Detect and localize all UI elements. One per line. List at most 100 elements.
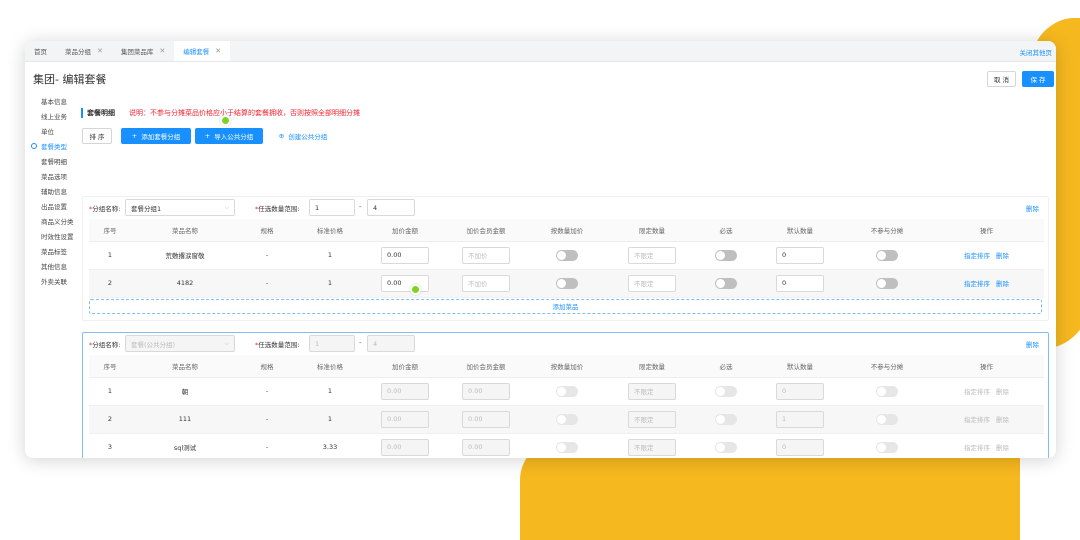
add-group-button[interactable]: + 添加套餐分组 <box>121 128 191 144</box>
sort-button[interactable]: 排 序 <box>82 128 112 144</box>
member-markup-cell: 不加价 <box>445 269 527 298</box>
qty-markup-toggle[interactable] <box>556 385 578 397</box>
default-qty-input[interactable]: 0 <box>776 438 824 456</box>
row-number: 1 <box>89 377 131 406</box>
qty-range-from-input[interactable]: 1 <box>309 335 355 352</box>
sidebar-item[interactable]: 时效性设置 <box>25 228 80 243</box>
close-icon[interactable]: ✕ <box>215 47 221 55</box>
warning-text: 说明：不参与分摊菜品价格应小于结算的套餐拥收，否则按照全部明细分摊 <box>129 109 360 117</box>
markup-input[interactable]: 0.00 <box>381 410 429 428</box>
delete-group-link[interactable]: 删除 <box>1026 339 1039 349</box>
markup-input[interactable]: 0.00 <box>381 246 429 264</box>
group-name-select[interactable]: 套餐分组1 ⌵ <box>125 199 235 216</box>
row-number: 3 <box>89 433 131 458</box>
set-sort-link[interactable]: 指定排序 <box>964 416 990 424</box>
sidebar-item[interactable]: 线上业务 <box>25 108 80 123</box>
cancel-button[interactable]: 取 消 <box>987 71 1016 87</box>
limit-qty-input[interactable]: 不限定 <box>628 410 676 428</box>
sidebar-item[interactable]: 外卖关联 <box>25 273 80 288</box>
group-name-select[interactable]: 套餐(公共分组) ⌵ <box>125 335 235 352</box>
qty-range-to-input[interactable]: 4 <box>367 199 415 216</box>
column-header: 不参与分摊 <box>845 355 929 378</box>
no-share-toggle[interactable] <box>876 385 898 397</box>
required-toggle[interactable] <box>715 249 737 261</box>
sidebar-item[interactable]: 基本信息 <box>25 93 80 108</box>
tab-bar: 首页 菜品分组 ✕ 集团菜品库 ✕ 编辑套餐 ✕ 关闭其他页 <box>25 41 1056 62</box>
markup-input[interactable]: 0.00 <box>381 382 429 400</box>
tab-label: 菜品分组 <box>65 48 91 56</box>
set-sort-link[interactable]: 指定排序 <box>964 280 990 288</box>
sidebar-item[interactable]: 辅助信息 <box>25 183 80 198</box>
qty-range-from-input[interactable]: 1 <box>309 199 355 216</box>
set-sort-link[interactable]: 指定排序 <box>964 388 990 396</box>
dish-name: 111 <box>131 405 239 434</box>
sidebar-item[interactable]: 套餐类型 <box>25 138 80 153</box>
dish-table: 序号 菜品名称 规格 标准价格 加价金额 加价会员金额 按数量加价 限定数量 必选 默认数量 不参与… <box>89 355 1044 458</box>
tab-label: 首页 <box>34 48 47 56</box>
delete-row-link[interactable]: 删除 <box>996 416 1009 424</box>
column-header: 按数量加价 <box>527 219 607 242</box>
sidebar-item[interactable]: 其他信息 <box>25 258 80 273</box>
create-public-group-link[interactable]: ⊕ 创建公共分组 <box>271 128 335 144</box>
sidebar-item[interactable]: 商品义分类 <box>25 213 80 228</box>
page-title: 集团- 编辑套餐 <box>33 73 107 86</box>
qty-markup-toggle[interactable] <box>556 413 578 425</box>
set-sort-link[interactable]: 指定排序 <box>964 444 990 452</box>
markup-input[interactable]: 0.00 <box>381 438 429 456</box>
default-qty-input[interactable]: 0 <box>776 382 824 400</box>
column-header: 操作 <box>929 355 1044 378</box>
no-share-toggle[interactable] <box>876 249 898 261</box>
limit-qty-input[interactable]: 不限定 <box>628 274 676 292</box>
tab-home[interactable]: 首页 <box>25 41 56 61</box>
required-toggle[interactable] <box>715 277 737 289</box>
member-markup-input[interactable]: 0.00 <box>462 382 510 400</box>
limit-cell: 不限定 <box>607 241 697 270</box>
qty-markup-toggle[interactable] <box>556 277 578 289</box>
qty-range-from-value: 1 <box>315 339 320 348</box>
sidebar-item[interactable]: 出品设置 <box>25 198 80 213</box>
dish-name: 朝 <box>131 377 239 406</box>
sidebar-item[interactable]: 套餐明细 <box>25 153 80 168</box>
add-dish-button[interactable]: 添加菜品 <box>89 298 1042 314</box>
member-markup-input[interactable]: 不加价 <box>462 274 510 292</box>
no-share-toggle[interactable] <box>876 441 898 453</box>
required-toggle[interactable] <box>715 385 737 397</box>
no-share-toggle[interactable] <box>876 277 898 289</box>
no-share-toggle[interactable] <box>876 413 898 425</box>
set-sort-link[interactable]: 指定排序 <box>964 252 990 260</box>
qty-markup-toggle[interactable] <box>556 441 578 453</box>
delete-row-link[interactable]: 删除 <box>996 388 1009 396</box>
import-public-group-button[interactable]: + 导入公共分组 <box>195 128 263 144</box>
close-icon[interactable]: ✕ <box>97 47 103 55</box>
tab-dish-group[interactable]: 菜品分组 ✕ <box>56 41 112 61</box>
default-qty-input[interactable]: 0 <box>776 246 824 264</box>
required-toggle[interactable] <box>715 441 737 453</box>
default-qty-input[interactable]: 0 <box>776 274 824 292</box>
tab-dish-library[interactable]: 集团菜品库 ✕ <box>112 41 174 61</box>
delete-row-link[interactable]: 删除 <box>996 280 1009 288</box>
limit-qty-input[interactable]: 不限定 <box>628 382 676 400</box>
qty-range-to-input[interactable]: 4 <box>367 335 415 352</box>
close-icon[interactable]: ✕ <box>159 47 165 55</box>
qty-markup-toggle[interactable] <box>556 249 578 261</box>
default-qty-input[interactable]: 1 <box>776 410 824 428</box>
save-button[interactable]: 保 存 <box>1022 71 1054 87</box>
sidebar-item[interactable]: 菜品标签 <box>25 243 80 258</box>
delete-row-link[interactable]: 删除 <box>996 444 1009 452</box>
delete-row-link[interactable]: 删除 <box>996 252 1009 260</box>
member-markup-input[interactable]: 不加价 <box>462 246 510 264</box>
sidebar-item[interactable]: 菜品选项 <box>25 168 80 183</box>
tab-edit-combo[interactable]: 编辑套餐 ✕ <box>174 41 231 61</box>
range-separator: - <box>359 203 362 211</box>
required-toggle[interactable] <box>715 413 737 425</box>
default-qty-cell: 0 <box>755 269 845 298</box>
markup-input[interactable]: 0.00 <box>381 274 429 292</box>
member-markup-input[interactable]: 0.00 <box>462 438 510 456</box>
limit-qty-input[interactable]: 不限定 <box>628 438 676 456</box>
sidebar-item[interactable]: 单位 <box>25 123 80 138</box>
delete-group-link[interactable]: 删除 <box>1026 203 1039 213</box>
close-other-tabs-link[interactable]: 关闭其他页 <box>1020 47 1053 57</box>
limit-qty-input[interactable]: 不限定 <box>628 246 676 264</box>
member-markup-input[interactable]: 0.00 <box>462 410 510 428</box>
required-cell <box>697 241 755 270</box>
